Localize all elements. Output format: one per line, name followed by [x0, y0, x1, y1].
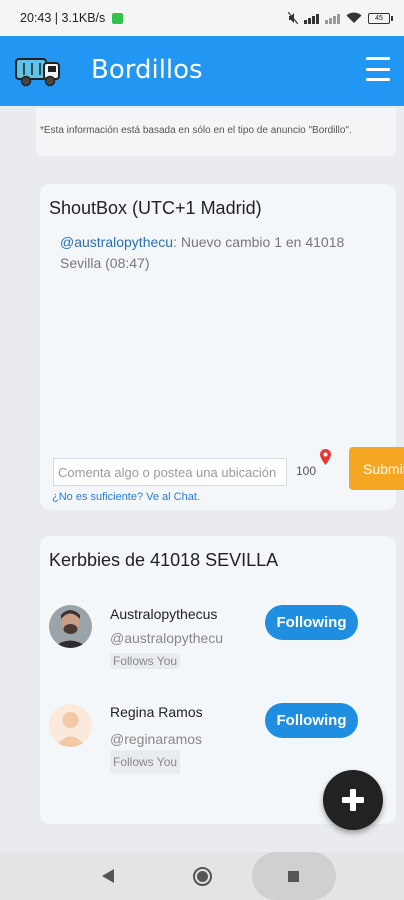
- plus-icon: [342, 789, 364, 811]
- app-title: Bordillos: [91, 55, 203, 85]
- app-notification-icon: [112, 12, 124, 24]
- kerbbies-title: Kerbbies de 41018 SEVILLA: [49, 550, 279, 570]
- person-name[interactable]: Regina Ramos: [110, 704, 203, 720]
- back-icon[interactable]: [102, 869, 114, 883]
- follows-you-badge: Follows You: [110, 653, 181, 669]
- person-handle: @australopythecu: [110, 630, 224, 646]
- wifi-icon: [346, 12, 362, 23]
- recent-apps-icon[interactable]: [288, 871, 299, 882]
- system-nav-bar: [0, 852, 404, 900]
- shoutbox-title: ShoutBox (UTC+1 Madrid): [49, 198, 262, 218]
- shout-user-link[interactable]: @australopythecu: [60, 234, 173, 250]
- submit-button[interactable]: Submit: [349, 447, 404, 490]
- status-bar: 20:43 | 3.1KB/s 45: [0, 0, 404, 36]
- signal-2-icon: [325, 12, 340, 24]
- battery-level: 45: [375, 14, 383, 22]
- person-handle-line: @reginaramos Follows You: [110, 728, 270, 774]
- truck-logo: [15, 58, 60, 87]
- location-pin-icon[interactable]: [320, 449, 331, 465]
- add-fab-button[interactable]: [323, 770, 383, 830]
- signal-icon: [304, 12, 319, 24]
- disclaimer-text: *Esta información está basada en sólo en…: [40, 125, 352, 136]
- following-button[interactable]: Following: [265, 605, 358, 640]
- shout-message: @australopythecu: Nuevo cambio 1 en 4101…: [60, 232, 360, 274]
- char-counter: 100: [296, 464, 317, 478]
- comment-input[interactable]: [53, 458, 287, 486]
- status-right: 45: [288, 12, 393, 24]
- avatar-placeholder[interactable]: [49, 704, 92, 747]
- person-handle: @reginaramos: [110, 731, 203, 747]
- person-name[interactable]: Australopythecus: [110, 606, 217, 622]
- status-left: 20:43 | 3.1KB/s: [20, 11, 124, 25]
- hamburger-menu-icon[interactable]: [366, 57, 390, 81]
- app-bar: Bordillos: [0, 36, 404, 106]
- home-icon[interactable]: [193, 867, 212, 886]
- following-button[interactable]: Following: [265, 703, 358, 738]
- battery-icon: 45: [368, 12, 393, 24]
- shoutbox-card: ShoutBox (UTC+1 Madrid) @australopythecu…: [40, 184, 404, 510]
- status-time-speed: 20:43 | 3.1KB/s: [20, 11, 106, 25]
- mute-icon: [288, 12, 298, 24]
- avatar[interactable]: [49, 605, 92, 648]
- disclaimer-card: *Esta información está basada en sólo en…: [36, 108, 396, 156]
- follows-you-badge-wrap: Follows You: [110, 652, 181, 669]
- chat-link[interactable]: ¿No es suficiente? Ve al Chat.: [52, 491, 200, 503]
- follows-you-badge: Follows You: [110, 750, 181, 774]
